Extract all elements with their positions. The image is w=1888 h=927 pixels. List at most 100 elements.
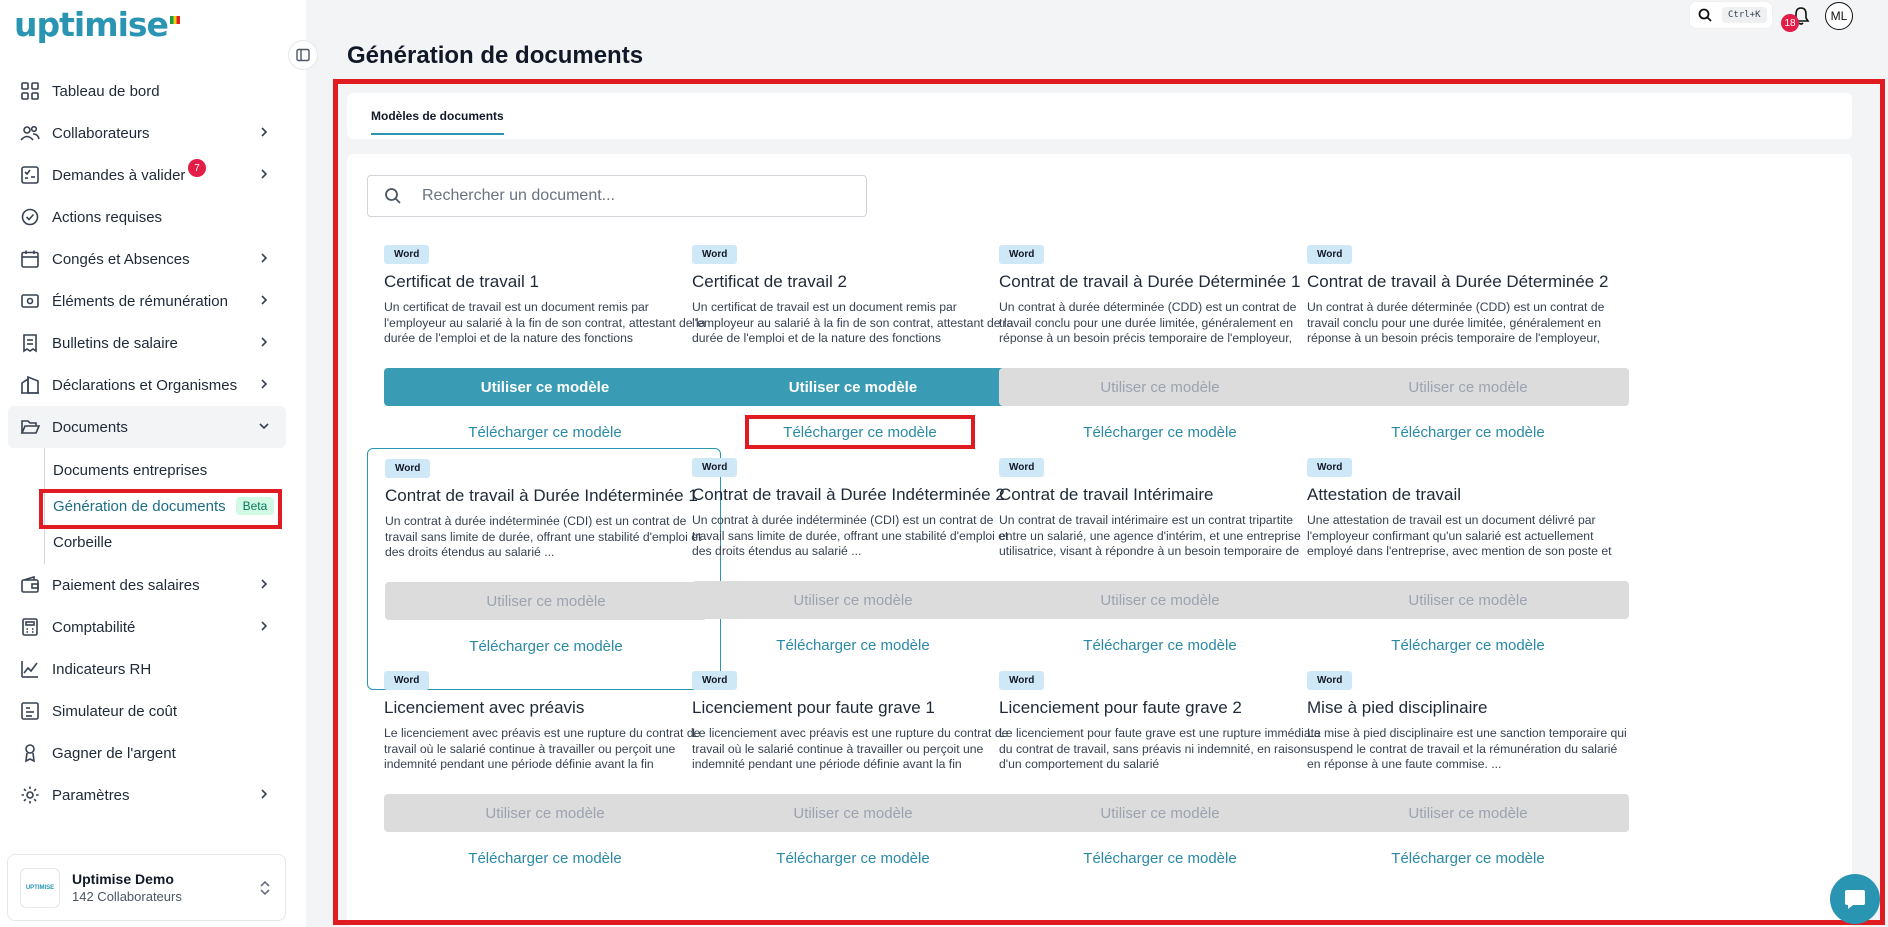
sidebar-item-tableau-de-bord[interactable]: Tableau de bord — [8, 70, 286, 112]
use-template-button[interactable]: Utiliser ce modèle — [385, 582, 707, 620]
use-template-button[interactable]: Utiliser ce modèle — [1307, 581, 1629, 619]
download-template-button[interactable]: Télécharger ce modèle — [999, 415, 1321, 449]
chevron-down-icon — [258, 419, 270, 436]
sidebar-item-collaborateurs[interactable]: Collaborateurs — [8, 112, 286, 154]
sidebar-item-demandes-a-valider[interactable]: Demandes à valider 7 — [8, 154, 286, 196]
download-template-button[interactable]: Télécharger ce modèle — [1307, 841, 1629, 875]
flag-icon — [169, 16, 180, 24]
template-card[interactable]: Word Licenciement pour faute grave 1 Le li… — [675, 661, 1029, 903]
use-template-button[interactable]: Utiliser ce modèle — [692, 794, 1014, 832]
file-type-tag: Word — [384, 245, 430, 264]
badge-check-icon — [20, 207, 40, 227]
file-type-tag: Word — [692, 245, 738, 264]
sidebar-subitem-corbeille[interactable]: Corbeille — [45, 524, 286, 560]
template-card[interactable]: Word Licenciement avec préavis Le licencie… — [367, 661, 721, 903]
building-icon — [20, 375, 40, 395]
download-template-button[interactable]: Télécharger ce modèle — [1307, 415, 1629, 449]
organization-switcher[interactable]: UPTIMISE Uptimise Demo 142 Collaborateur… — [7, 854, 286, 921]
document-search[interactable] — [367, 175, 867, 217]
gear-icon — [20, 785, 40, 805]
template-title: Contrat de travail à Durée Déterminée 1 — [999, 272, 1301, 291]
download-template-button[interactable]: Télécharger ce modèle — [745, 415, 975, 449]
download-template-button[interactable]: Télécharger ce modèle — [692, 628, 1014, 662]
use-template-button[interactable]: Utiliser ce modèle — [999, 581, 1321, 619]
sidebar-item-simulateur-de-cout[interactable]: Simulateur de coût — [8, 690, 286, 732]
download-template-button[interactable]: Télécharger ce modèle — [692, 841, 1014, 875]
template-card[interactable]: Word Certificat de travail 2 Un certificat… — [675, 235, 1029, 477]
template-description: La mise à pied disciplinaire est une san… — [1307, 726, 1627, 770]
use-template-button[interactable]: Utiliser ce modèle — [1307, 794, 1629, 832]
sidebar-item-elements-de-remuneration[interactable]: Éléments de rémunération — [8, 280, 286, 322]
sidebar-item-conges-et-absences[interactable]: Congés et Absences — [8, 238, 286, 280]
sidebar-subitem-documents-entreprises[interactable]: Documents entreprises — [45, 452, 286, 488]
template-description: Un contrat à durée déterminée (CDD) est … — [999, 300, 1297, 344]
template-description: Un contrat à durée indéterminée (CDI) es… — [692, 513, 1009, 557]
sidebar-collapse-button[interactable] — [288, 40, 318, 70]
money-icon — [20, 291, 40, 311]
chevron-up-down-icon[interactable] — [259, 879, 271, 902]
sidebar-item-gagner-de-l-argent[interactable]: Gagner de l'argent — [8, 732, 286, 774]
sidebar-item-comptabilite[interactable]: Comptabilité — [8, 606, 286, 648]
use-template-button[interactable]: Utiliser ce modèle — [384, 794, 706, 832]
search-icon — [1698, 8, 1712, 22]
download-template-button[interactable]: Télécharger ce modèle — [999, 628, 1321, 662]
download-template-button[interactable]: Télécharger ce modèle — [1307, 628, 1629, 662]
dashboard-grid-icon — [20, 81, 40, 101]
chevron-right-icon — [258, 251, 270, 268]
template-card[interactable]: Word Contrat de travail à Durée Indétermi… — [367, 448, 721, 690]
notification-count-badge: 18 — [1781, 14, 1799, 32]
global-search-button[interactable]: Ctrl+K — [1690, 2, 1772, 28]
sidebar-item-indicateurs-rh[interactable]: Indicateurs RH — [8, 648, 286, 690]
use-template-button[interactable]: Utiliser ce modèle — [692, 581, 1014, 619]
pending-count-badge: 7 — [188, 159, 206, 177]
sidebar-item-label: Tableau de bord — [52, 82, 160, 100]
template-title: Certificat de travail 2 — [692, 272, 847, 291]
download-template-button[interactable]: Télécharger ce modèle — [385, 629, 707, 663]
logo-text: uptimise — [14, 4, 169, 44]
template-card[interactable]: Word Licenciement pour faute grave 2 Le li… — [982, 661, 1336, 903]
sidebar-item-documents[interactable]: Documents — [8, 406, 286, 448]
uptimise-logo[interactable]: uptimise — [14, 4, 180, 44]
use-template-button[interactable]: Utiliser ce modèle — [384, 368, 706, 406]
use-template-button[interactable]: Utiliser ce modèle — [692, 368, 1014, 406]
sidebar-item-label: Collaborateurs — [52, 124, 150, 142]
template-card[interactable]: Word Mise à pied disciplinaire La mise à p… — [1290, 661, 1644, 903]
sidebar-item-paiement-des-salaires[interactable]: Paiement des salaires — [8, 564, 286, 606]
sidebar-item-parametres[interactable]: Paramètres — [8, 774, 286, 816]
template-card[interactable]: Word Certificat de travail 1 Un certificat… — [367, 235, 721, 477]
download-template-button[interactable]: Télécharger ce modèle — [384, 415, 706, 449]
search-input[interactable] — [422, 187, 822, 205]
sidebar-item-label: Éléments de rémunération — [52, 292, 228, 310]
chevron-right-icon — [258, 377, 270, 394]
template-description: Un certificat de travail est un document… — [384, 300, 706, 344]
sidebar-item-bulletins-de-salaire[interactable]: Bulletins de salaire — [8, 322, 286, 364]
sidebar-item-declarations-et-organismes[interactable]: Déclarations et Organismes — [8, 364, 286, 406]
tab-document-templates[interactable]: Modèles de documents — [371, 109, 504, 135]
chat-support-button[interactable] — [1830, 874, 1880, 924]
page-title: Génération de documents — [347, 42, 644, 69]
highlight-current-page — [39, 489, 282, 529]
template-description: Un contrat de travail intérimaire est un… — [999, 513, 1301, 557]
sidebar-item-label: Gagner de l'argent — [52, 744, 176, 762]
download-template-button[interactable]: Télécharger ce modèle — [999, 841, 1321, 875]
chart-line-icon — [20, 659, 40, 679]
file-type-tag: Word — [1307, 245, 1353, 264]
template-card[interactable]: Word Attestation de travail Une attestatio… — [1290, 448, 1644, 690]
chevron-right-icon — [258, 335, 270, 352]
template-card[interactable]: Word Contrat de travail à Durée Indétermi… — [675, 448, 1029, 690]
chevron-right-icon — [258, 125, 270, 142]
download-template-button[interactable]: Télécharger ce modèle — [384, 841, 706, 875]
org-name: Uptimise Demo — [72, 871, 174, 887]
template-card[interactable]: Word Contrat de travail à Durée Déterminé… — [1290, 235, 1644, 477]
sidebar-item-actions-requises[interactable]: Actions requises — [8, 196, 286, 238]
sidebar-item-label: Bulletins de salaire — [52, 334, 178, 352]
file-type-tag: Word — [999, 671, 1045, 690]
use-template-button[interactable]: Utiliser ce modèle — [1307, 368, 1629, 406]
use-template-button[interactable]: Utiliser ce modèle — [999, 368, 1321, 406]
template-card[interactable]: Word Contrat de travail Intérimaire Un con… — [982, 448, 1336, 690]
sidebar-toggle-icon — [296, 48, 310, 62]
use-template-button[interactable]: Utiliser ce modèle — [999, 794, 1321, 832]
user-avatar[interactable]: ML — [1825, 2, 1853, 30]
file-type-tag: Word — [1307, 458, 1353, 477]
template-card[interactable]: Word Contrat de travail à Durée Déterminé… — [982, 235, 1336, 477]
